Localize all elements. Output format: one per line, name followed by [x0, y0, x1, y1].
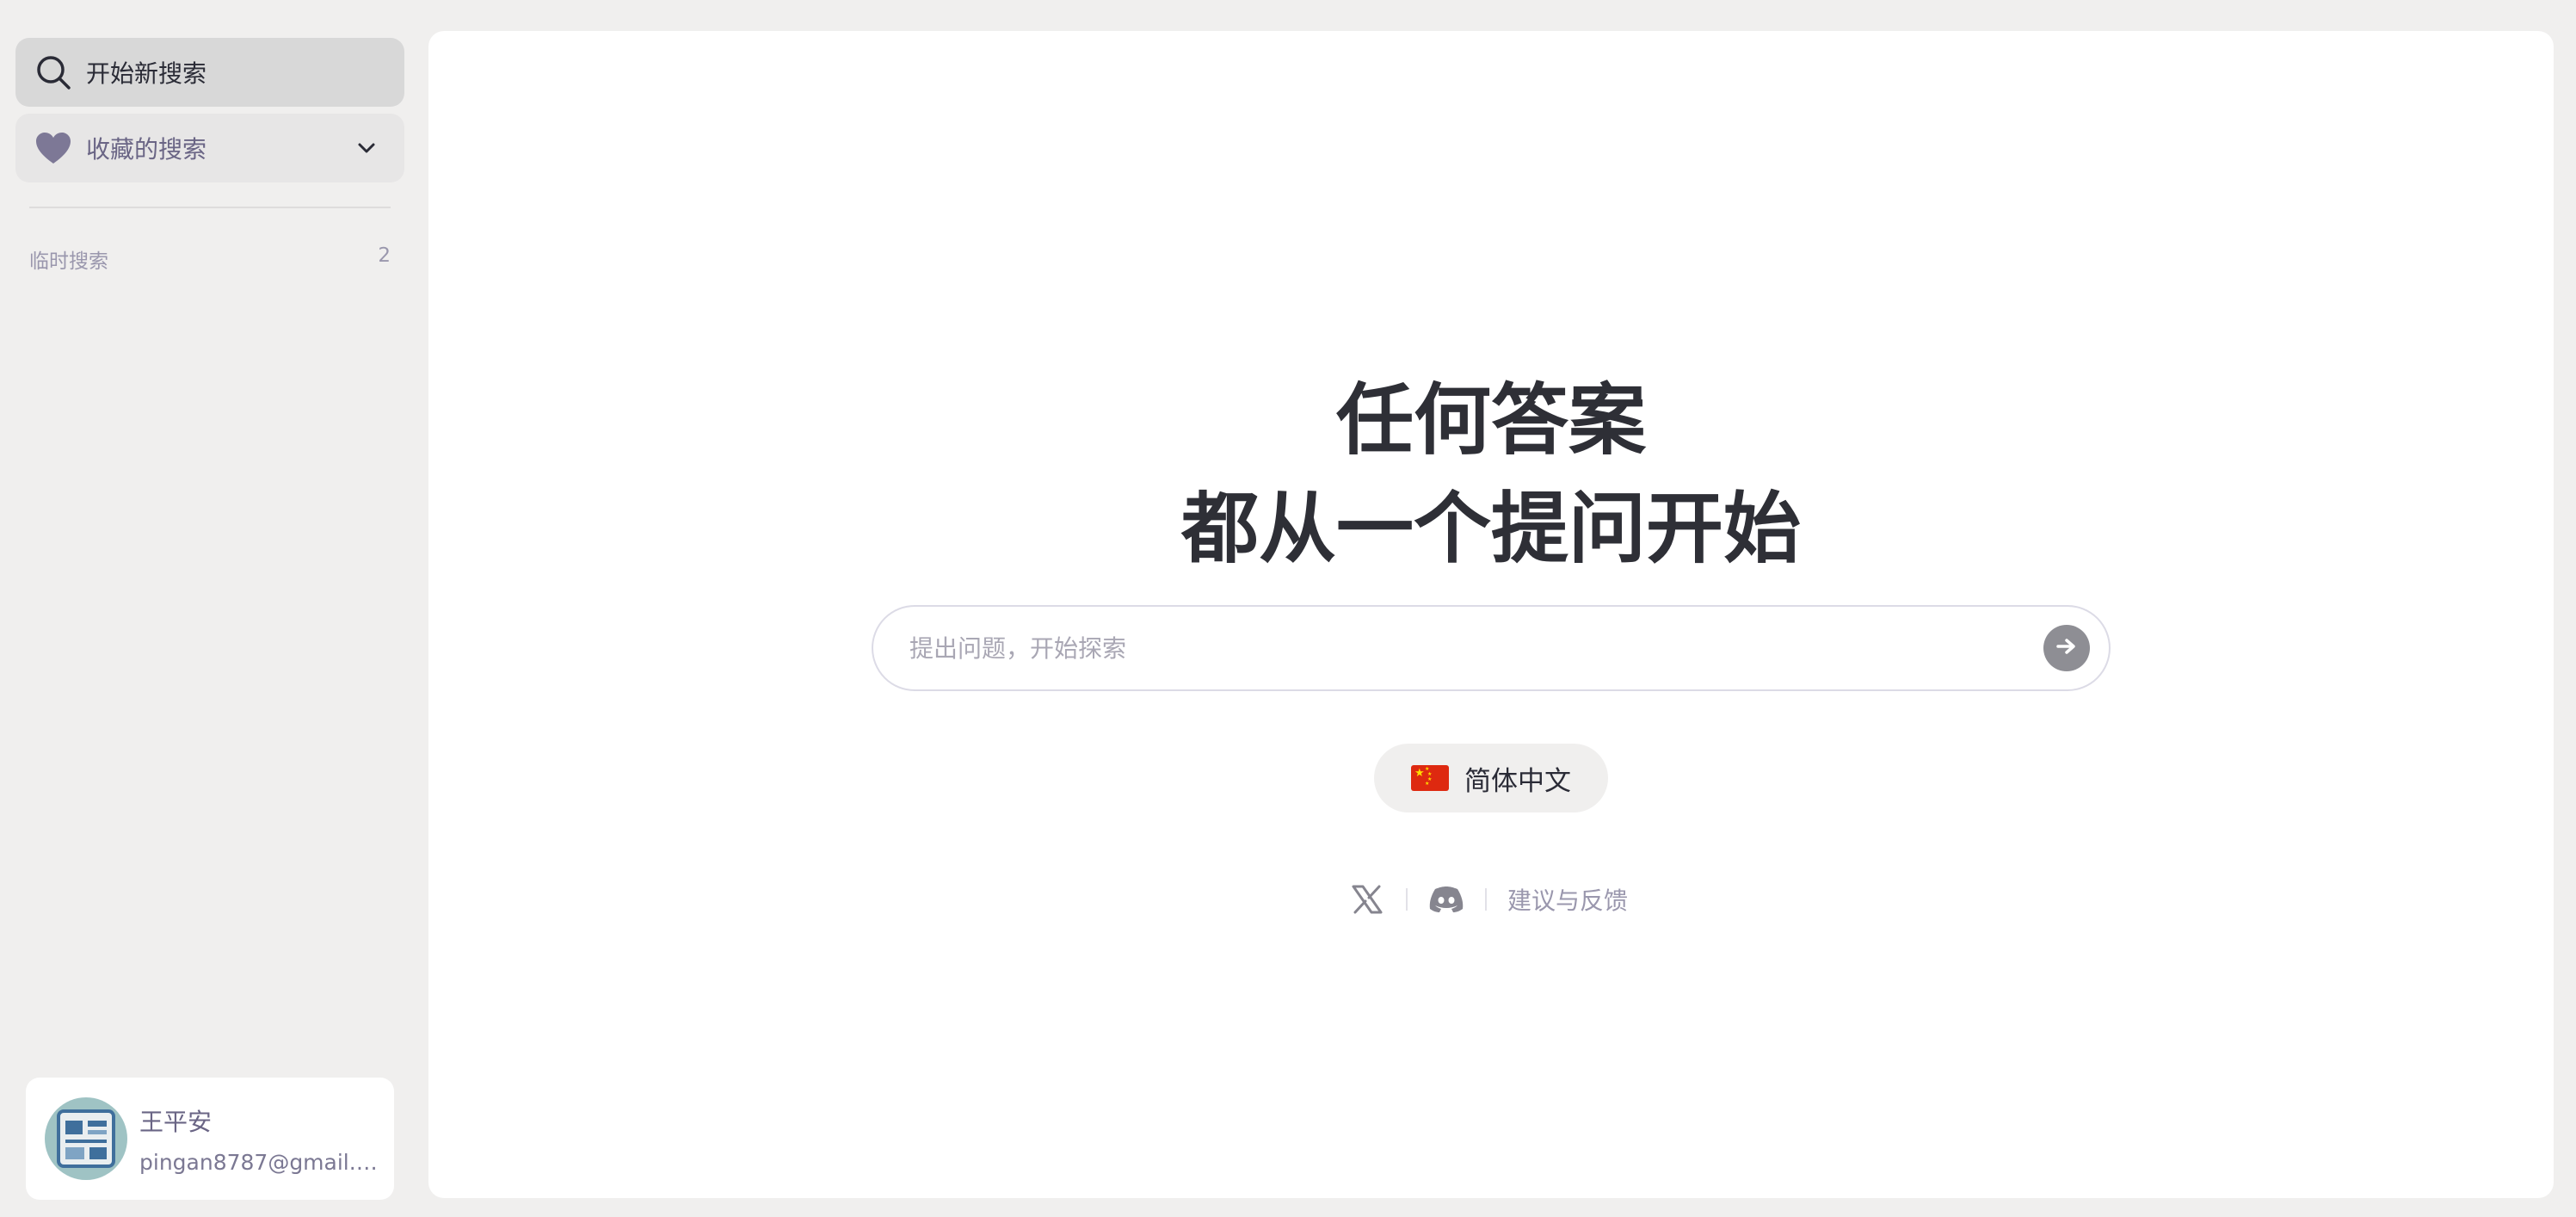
- favorites-label: 收藏的搜索: [86, 135, 207, 164]
- language-selector[interactable]: ★ ★ ★ ★ ★ 简体中文: [1374, 744, 1608, 812]
- x-logo-icon[interactable]: [1349, 881, 1385, 917]
- arrow-right-icon: [2055, 637, 2078, 659]
- heart-icon: [34, 129, 72, 167]
- new-search-button[interactable]: 开始新搜索: [15, 38, 404, 107]
- sidebar: 开始新搜索 收藏的搜索 临时搜索 2 王平安 pingan8787@gmail.…: [0, 0, 422, 1217]
- search-icon: [34, 53, 72, 91]
- user-email: pingan8787@gmail.c...: [139, 1149, 380, 1175]
- feedback-link[interactable]: 建议与反馈: [1507, 882, 1628, 917]
- favorites-dropdown[interactable]: 收藏的搜索: [15, 114, 404, 182]
- footer-separator: [1485, 888, 1487, 911]
- user-info: 王平安 pingan8787@gmail.c...: [139, 1103, 380, 1175]
- send-button[interactable]: [2043, 625, 2090, 671]
- chevron-down-icon: [356, 138, 377, 158]
- search-input[interactable]: [908, 633, 2043, 664]
- user-name: 王平安: [139, 1107, 213, 1136]
- footer-separator: [1406, 888, 1408, 911]
- user-card[interactable]: 王平安 pingan8787@gmail.c...: [26, 1078, 394, 1200]
- main-panel: 任何答案 都从一个提问开始 ★ ★ ★ ★ ★ 简: [428, 31, 2554, 1198]
- footer-links: 建议与反馈: [1349, 878, 1628, 921]
- sidebar-divider: [29, 207, 391, 208]
- new-search-label: 开始新搜索: [86, 59, 207, 88]
- temp-search-count: 2: [378, 244, 391, 267]
- temp-search-label: 临时搜索: [29, 250, 108, 273]
- china-flag-icon: ★ ★ ★ ★ ★: [1411, 765, 1449, 791]
- hero-line-2: 都从一个提问开始: [1181, 484, 1801, 574]
- hero-heading: 任何答案 都从一个提问开始: [428, 367, 2554, 584]
- discord-icon[interactable]: [1428, 881, 1464, 917]
- avatar: [45, 1097, 127, 1180]
- search-box: [872, 605, 2111, 691]
- temp-search-section[interactable]: 临时搜索 2: [29, 244, 391, 274]
- language-label: 简体中文: [1464, 765, 1571, 797]
- hero-line-1: 任何答案: [1336, 375, 1646, 466]
- app-window: 开始新搜索 收藏的搜索 临时搜索 2 王平安 pingan8787@gmail.…: [0, 0, 2576, 1217]
